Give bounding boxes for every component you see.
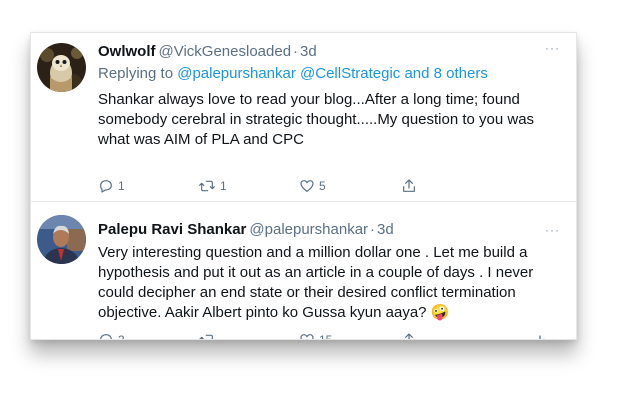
- tweet-content: Palepu Ravi Shankar @palepurshankar · 3d Ve…: [98, 221, 564, 323]
- tweet-text: Shankar always love to read your blog...…: [98, 91, 535, 148]
- reply-button[interactable]: 3: [98, 332, 125, 340]
- tweet-palepu[interactable]: Palepu Ravi Shankar @palepurshankar · 3d Ve…: [31, 202, 576, 339]
- separator-dot: ·: [370, 221, 376, 238]
- replying-to-mentions-link[interactable]: @palepurshankar @CellStrategic and 8 oth…: [177, 65, 488, 82]
- author-handle[interactable]: @palepurshankar: [249, 221, 368, 238]
- tweet-actions-bar: 3 15: [31, 332, 576, 340]
- author-handle[interactable]: @VickGenesloaded: [159, 43, 292, 60]
- tweet-content: Owlwolf @VickGenesloaded · 3d Replying to @…: [98, 43, 564, 150]
- retweet-count: 1: [220, 179, 227, 193]
- tweet-thread-card: Owlwolf @VickGenesloaded · 3d Replying to @…: [30, 32, 577, 340]
- share-button[interactable]: [401, 332, 417, 339]
- tweet-timestamp[interactable]: 3d: [377, 221, 394, 238]
- tweet-timestamp[interactable]: 3d: [300, 43, 317, 60]
- tweet-header: Palepu Ravi Shankar @palepurshankar · 3d: [98, 221, 564, 239]
- reply-icon: [100, 180, 112, 193]
- like-count: 15: [319, 333, 333, 340]
- analytics-button[interactable]: [533, 332, 547, 339]
- tweet-text: Very interesting question and a million …: [98, 244, 534, 321]
- person-avatar-image: [37, 215, 86, 264]
- share-icon: [403, 179, 415, 192]
- share-button[interactable]: [401, 178, 417, 194]
- author-name[interactable]: Palepu Ravi Shankar: [98, 221, 246, 238]
- retweet-icon: [199, 334, 213, 339]
- heart-icon: [300, 180, 314, 192]
- reply-count: 1: [118, 179, 125, 193]
- more-options-icon[interactable]: ···: [545, 223, 560, 237]
- avatar-owlwolf[interactable]: [37, 43, 86, 92]
- share-icon: [405, 333, 413, 339]
- reply-button[interactable]: 1: [98, 178, 125, 194]
- avatar-palepu[interactable]: [37, 215, 86, 264]
- tweet-header: Owlwolf @VickGenesloaded · 3d: [98, 43, 564, 61]
- like-count: 5: [319, 179, 326, 193]
- replying-to-line: Replying to @palepurshankar @CellStrateg…: [98, 64, 564, 84]
- retweet-icon: [199, 180, 215, 192]
- retweet-button[interactable]: 1: [198, 178, 227, 194]
- separator-dot: ·: [293, 43, 299, 60]
- replying-to-label: Replying to: [98, 65, 174, 82]
- analytics-icon: [539, 335, 545, 339]
- like-button[interactable]: 15: [299, 332, 333, 340]
- like-button[interactable]: 5: [299, 178, 326, 194]
- owl-avatar-image: [37, 43, 86, 92]
- more-options-icon[interactable]: ···: [545, 41, 560, 55]
- retweet-button[interactable]: [198, 332, 220, 339]
- heart-icon: [300, 334, 314, 339]
- reply-icon: [100, 334, 112, 339]
- reply-count: 3: [118, 333, 125, 340]
- tweet-owlwolf[interactable]: Owlwolf @VickGenesloaded · 3d Replying to @…: [31, 33, 576, 201]
- author-name[interactable]: Owlwolf: [98, 43, 156, 60]
- tweet-actions-bar: 1 1 5: [31, 178, 576, 198]
